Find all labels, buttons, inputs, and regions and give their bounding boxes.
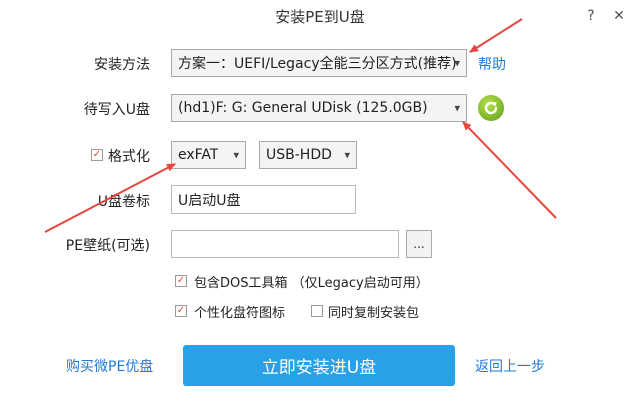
close-window-button[interactable]: ✕ (606, 4, 632, 28)
boot-mode-select[interactable]: USB-HDD ▾ (259, 141, 357, 169)
custom-drive-icon-checkbox[interactable]: ✓ (175, 305, 187, 317)
wallpaper-input[interactable] (171, 230, 399, 258)
refresh-icon (484, 101, 498, 115)
install-method-value: 方案一：UEFI/Legacy全能三分区方式(推荐) (178, 56, 457, 72)
copy-installer-checkbox[interactable] (311, 305, 323, 317)
help-link[interactable]: 帮助 (478, 54, 506, 74)
chevron-down-icon: ▾ (454, 101, 460, 115)
filesystem-value: exFAT (178, 147, 219, 163)
browse-button[interactable]: ... (406, 230, 432, 258)
custom-drive-icon-label: 个性化盘符图标 (194, 306, 286, 321)
chevron-down-icon: ▾ (454, 56, 460, 70)
window-title: 安装PE到U盘 (275, 8, 365, 26)
refresh-button[interactable] (478, 95, 504, 121)
install-method-label: 安装方法 (94, 57, 150, 73)
checkmark-icon: ✓ (176, 305, 186, 316)
arrow-to-target-disk (462, 121, 557, 219)
install-method-select[interactable]: 方案一：UEFI/Legacy全能三分区方式(推荐) ▾ (171, 49, 467, 77)
volume-label-label: U盘卷标 (97, 194, 150, 210)
chevron-down-icon: ▾ (233, 148, 239, 162)
format-label: 格式化 (108, 149, 150, 165)
target-disk-select[interactable]: (hd1)F: G: General UDisk (125.0GB) ▾ (171, 94, 467, 122)
volume-label-input[interactable] (171, 185, 356, 214)
target-disk-value: (hd1)F: G: General UDisk (125.0GB) (178, 100, 428, 116)
checkmark-icon: ✓ (176, 275, 186, 286)
help-window-button[interactable]: ? (578, 4, 604, 28)
back-link[interactable]: 返回上一步 (475, 356, 545, 376)
target-disk-label: 待写入U盘 (83, 102, 150, 118)
close-icon: ✕ (613, 8, 625, 24)
dos-toolbox-label: 包含DOS工具箱 （仅Legacy启动可用） (194, 276, 429, 291)
checkmark-icon: ✓ (92, 149, 102, 160)
install-to-usb-button[interactable]: 立即安装进U盘 (183, 345, 455, 386)
wallpaper-label: PE壁纸(可选) (65, 238, 150, 254)
boot-mode-value: USB-HDD (266, 147, 332, 163)
format-checkbox[interactable]: ✓ (91, 149, 103, 161)
chevron-down-icon: ▾ (344, 148, 350, 162)
filesystem-select[interactable]: exFAT ▾ (171, 141, 246, 169)
question-icon: ? (587, 8, 595, 24)
buy-usb-link[interactable]: 购买微PE优盘 (66, 356, 153, 376)
copy-installer-label: 同时复制安装包 (328, 306, 420, 321)
dos-toolbox-checkbox[interactable]: ✓ (175, 275, 187, 287)
